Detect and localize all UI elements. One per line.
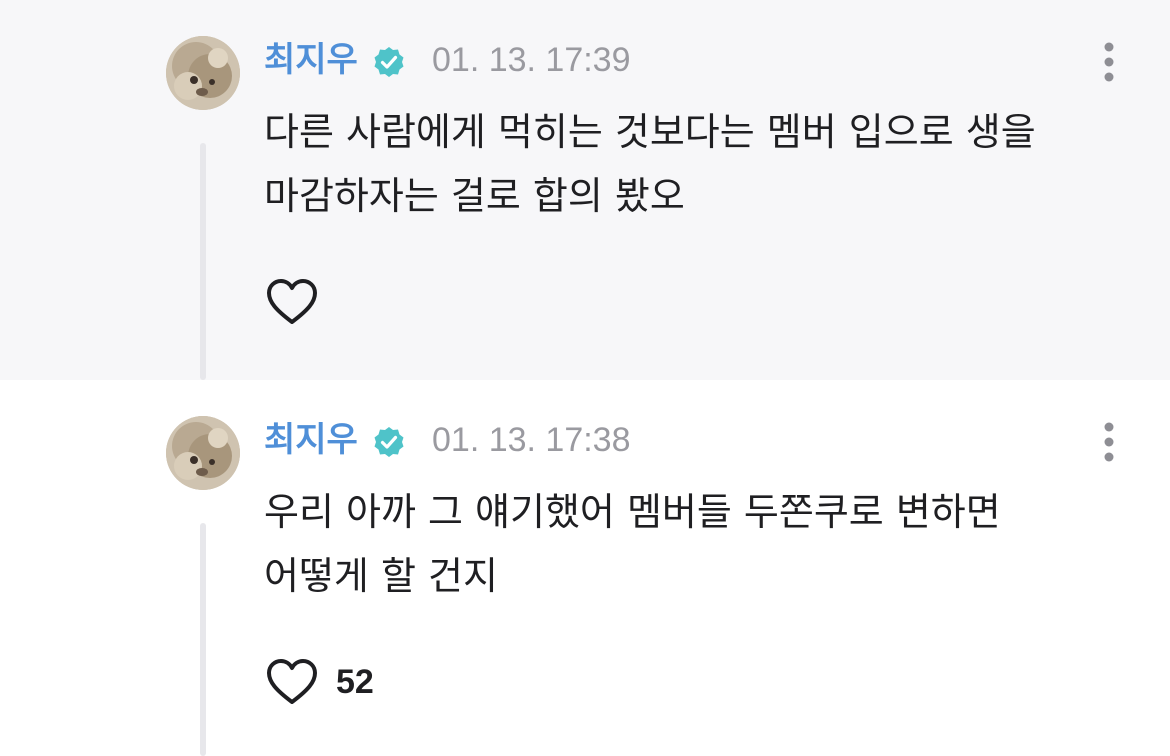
author-name[interactable]: 최지우 bbox=[264, 38, 358, 82]
comment-item: 최지우 01. 13. 17:38 우리 아까 그 얘기했어 멤버들 두쫀쿠로 … bbox=[0, 380, 1170, 756]
comment-timestamp: 01. 13. 17:39 bbox=[432, 41, 631, 79]
like-button[interactable]: 52 bbox=[264, 656, 374, 708]
comment-text: 우리 아까 그 얘기했어 멤버들 두쫀쿠로 변하면 어떻게 할 건지 bbox=[264, 490, 1001, 598]
author-name[interactable]: 최지우 bbox=[264, 418, 358, 462]
avatar[interactable] bbox=[166, 416, 240, 490]
heart-outline-icon[interactable] bbox=[264, 276, 320, 328]
avatar[interactable] bbox=[166, 36, 240, 110]
comment-text: 다른 사람에게 먹히는 것보다는 멤버 입으로 생을 마감하자는 걸로 합의 봤… bbox=[264, 110, 1036, 218]
comment-feed: 최지우 01. 13. 17:39 다른 사람에게 먹히는 것보다는 멤버 입으… bbox=[0, 0, 1170, 756]
more-vertical-icon[interactable] bbox=[1094, 40, 1124, 84]
thread-line bbox=[200, 143, 206, 380]
like-button[interactable] bbox=[264, 276, 336, 328]
comment-timestamp: 01. 13. 17:38 bbox=[432, 421, 631, 459]
comment-item: 최지우 01. 13. 17:39 다른 사람에게 먹히는 것보다는 멤버 입으… bbox=[0, 0, 1170, 380]
heart-outline-icon[interactable] bbox=[264, 656, 320, 708]
thread-line bbox=[200, 523, 206, 756]
more-vertical-icon[interactable] bbox=[1094, 420, 1124, 464]
verified-badge-icon bbox=[374, 47, 404, 77]
like-count: 52 bbox=[336, 663, 374, 701]
verified-badge-icon bbox=[374, 427, 404, 457]
